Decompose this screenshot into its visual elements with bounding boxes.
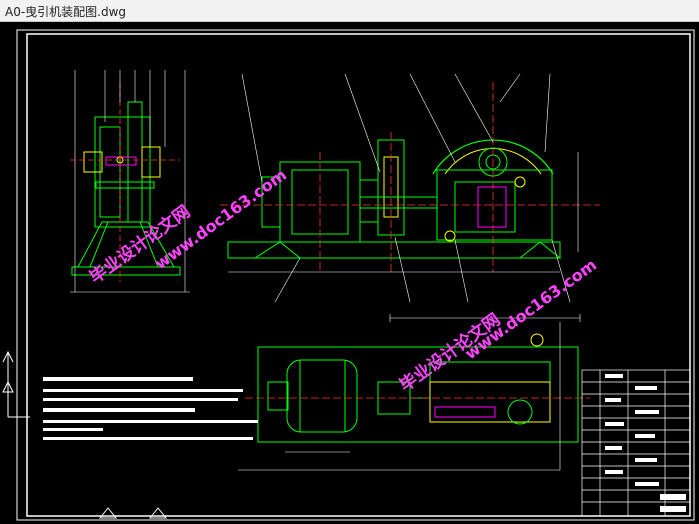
window-title: A0-曳引机装配图.dwg [5, 5, 127, 19]
cad-drawing[interactable]: 毕业设计论文网 www.doc163.com 毕业设计论文网 www.doc16… [0, 22, 699, 524]
parts-list-text-blocks [605, 374, 686, 512]
watermark-brand-2: 毕业设计论文网 [396, 309, 505, 396]
drawing-canvas[interactable]: 毕业设计论文网 www.doc163.com 毕业设计论文网 www.doc16… [0, 22, 699, 524]
technical-notes [43, 377, 258, 440]
window-titlebar: A0-曳引机装配图.dwg [0, 0, 699, 22]
watermark-group: 毕业设计论文网 www.doc163.com 毕业设计论文网 www.doc16… [86, 165, 601, 396]
front-view [227, 139, 562, 259]
